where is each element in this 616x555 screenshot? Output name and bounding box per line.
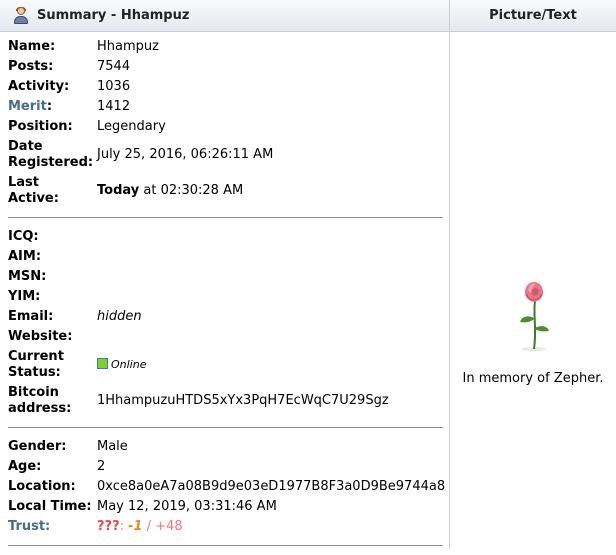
merit-row: Merit: 1412 bbox=[8, 97, 443, 117]
merit-label: Merit: bbox=[8, 99, 53, 114]
local-time-label: Local Time: bbox=[8, 499, 92, 514]
icq-row: ICQ: bbox=[8, 227, 443, 247]
aim-label: AIM: bbox=[8, 249, 42, 264]
trust-value: ???: -1 / +48 bbox=[97, 519, 183, 534]
bitcoin-value: 1HhampuzuHTDS5xYx3PqH7EcWqC7U29Sgz bbox=[97, 393, 389, 408]
name-label: Name: bbox=[8, 39, 56, 54]
email-value: hidden bbox=[97, 309, 142, 324]
location-value: 0xce8a0eA7a08B9d9e03eD1977B8F3a0D9Be9744… bbox=[97, 479, 446, 494]
local-time-value: May 12, 2019, 03:31:46 AM bbox=[97, 499, 277, 514]
trust-row: Trust: ???: -1 / +48 bbox=[8, 517, 443, 537]
status-label: Current Status: bbox=[8, 349, 64, 380]
profile-panel: Summary - Hhampuz Picture/Text Name: Hha… bbox=[0, 0, 616, 549]
trust-link[interactable]: Trust: bbox=[8, 519, 94, 535]
local-time-row: Local Time: May 12, 2019, 03:31:46 AM bbox=[8, 497, 443, 517]
separator bbox=[8, 427, 443, 428]
summary-section: Name: Hhampuz Posts: 7544 Activity: 1036… bbox=[8, 32, 446, 555]
bitcoin-label: Bitcoin address: bbox=[8, 385, 72, 416]
yim-row: YIM: bbox=[8, 287, 443, 307]
posts-row: Posts: 7544 bbox=[8, 57, 443, 77]
name-value: Hhampuz bbox=[97, 39, 159, 54]
name-row: Name: Hhampuz bbox=[8, 37, 443, 57]
msn-label: MSN: bbox=[8, 269, 47, 284]
msn-row: MSN: bbox=[8, 267, 443, 287]
website-row: Website: bbox=[8, 327, 443, 347]
merit-link[interactable]: Merit bbox=[8, 99, 47, 114]
position-value: Legendary bbox=[97, 119, 166, 134]
location-row: Location: 0xce8a0eA7a08B9d9e03eD1977B8F3… bbox=[8, 477, 446, 497]
user-icon bbox=[12, 6, 30, 25]
summary-title: Summary - Hhampuz bbox=[37, 8, 190, 23]
picture-title: Picture/Text bbox=[489, 8, 577, 23]
website-label: Website: bbox=[8, 329, 73, 344]
age-value: 2 bbox=[97, 459, 106, 474]
merit-value: 1412 bbox=[97, 99, 131, 114]
position-row: Position: Legendary bbox=[8, 117, 443, 137]
last-active-label: Last Active: bbox=[8, 175, 59, 206]
gender-value: Male bbox=[97, 439, 128, 454]
activity-row: Activity: 1036 bbox=[8, 77, 443, 97]
last-active-row: Last Active: Today at 02:30:28 AM bbox=[8, 173, 443, 209]
bitcoin-row: Bitcoin address: 1HhampuzuHTDS5xYx3PqH7Ec… bbox=[8, 383, 443, 419]
aim-row: AIM: bbox=[8, 247, 443, 267]
activity-value: 1036 bbox=[97, 79, 131, 94]
summary-header: Summary - Hhampuz bbox=[0, 0, 449, 32]
trust-negative: -1 bbox=[128, 519, 143, 534]
registered-value: July 25, 2016, 06:26:11 AM bbox=[97, 147, 274, 162]
activity-label: Activity: bbox=[8, 79, 70, 94]
registered-label: Date Registered: bbox=[8, 139, 94, 170]
age-label: Age: bbox=[8, 459, 42, 474]
yim-label: YIM: bbox=[8, 289, 41, 304]
email-row: Email: hidden bbox=[8, 307, 443, 327]
last-active-value: Today at 02:30:28 AM bbox=[97, 183, 244, 198]
rose-image bbox=[520, 282, 549, 351]
location-label: Location: bbox=[8, 479, 76, 494]
status-value: Online bbox=[97, 357, 146, 373]
icq-label: ICQ: bbox=[8, 229, 39, 244]
picture-caption: In memory of Zepher. bbox=[462, 371, 604, 386]
posts-value: 7544 bbox=[97, 59, 131, 74]
status-row: Current Status: Online bbox=[8, 347, 443, 383]
separator bbox=[8, 217, 443, 218]
online-status-icon bbox=[97, 358, 108, 369]
trust-unknown: ??? bbox=[97, 519, 120, 534]
separator bbox=[8, 545, 443, 546]
age-row: Age: 2 bbox=[8, 457, 443, 477]
registered-row: Date Registered: July 25, 2016, 06:26:11 … bbox=[8, 137, 443, 173]
email-label: Email: bbox=[8, 309, 54, 324]
gender-label: Gender: bbox=[8, 439, 67, 454]
posts-label: Posts: bbox=[8, 59, 54, 74]
gender-row: Gender: Male bbox=[8, 437, 443, 457]
column-divider bbox=[449, 0, 450, 549]
position-label: Position: bbox=[8, 119, 73, 134]
picture-header: Picture/Text bbox=[450, 0, 616, 32]
trust-positive: +48 bbox=[155, 519, 183, 534]
